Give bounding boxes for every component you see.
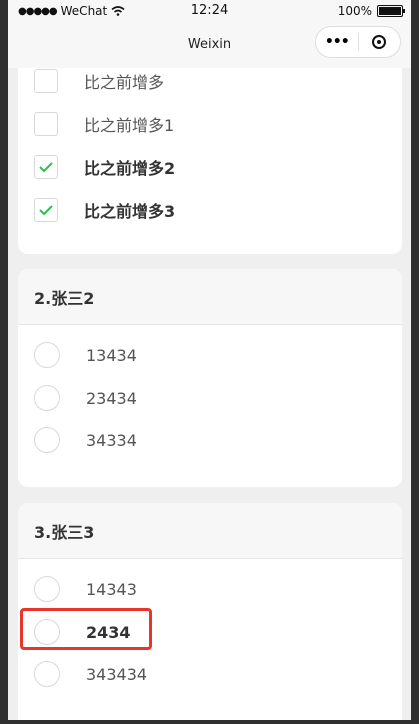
radio-option[interactable]: 23434 [34,384,137,412]
status-right: 100% [337,4,405,18]
option-label: 比之前增多1 [84,116,175,135]
radio-button[interactable] [34,427,60,453]
checkmark-icon [39,162,53,173]
option-label: 23434 [86,388,137,408]
option-label: 比之前增多3 [84,202,176,221]
status-bar: ●●●●● WeChat 12:24 100% [8,0,411,24]
battery-icon [377,5,405,17]
option-label: 13434 [86,345,137,365]
radio-option[interactable]: 343434 [34,660,147,688]
checkbox-option[interactable]: 比之前增多2 [34,153,175,181]
question-title: 3.张三3 [18,503,402,559]
radio-option[interactable]: 34334 [34,426,137,454]
option-label: 343434 [86,664,148,684]
checkbox-checked[interactable] [34,198,58,222]
more-button[interactable]: ••• [316,27,358,57]
option-label: 比之前增多2 [84,159,176,178]
mini-program-capsule: ••• [315,26,401,58]
radio-option[interactable]: 14343 [34,575,137,603]
radio-button[interactable] [34,576,60,602]
radio-button[interactable] [34,661,60,687]
question-card-1: 比之前增多 比之前增多1 比之前增多2 比之前增多3 [18,68,402,254]
radio-option[interactable]: 13434 [34,341,137,369]
checkbox[interactable] [34,69,58,93]
close-mini-program-button[interactable] [358,27,400,57]
checkbox-checked[interactable] [34,155,58,179]
radio-button[interactable] [34,342,60,368]
checkbox[interactable] [34,112,58,136]
option-label: 14343 [86,579,137,599]
target-circle-icon [372,35,387,49]
checkbox-option[interactable]: 比之前增多1 [34,110,174,138]
more-dots-icon: ••• [324,34,350,50]
question-title: 2.张三2 [18,269,402,325]
checkbox-option[interactable]: 比之前增多3 [34,196,175,224]
checkbox-option[interactable]: 比之前增多 [34,68,164,95]
checkmark-icon [39,205,53,216]
battery-percent: 100% [337,4,372,18]
option-label: 比之前增多 [84,73,165,92]
option-label: 34334 [86,430,137,450]
question-card-2: 2.张三2 13434 23434 34334 [18,269,402,487]
radio-button[interactable] [34,385,60,411]
highlight-box [20,608,152,650]
nav-bar: Weixin ••• [8,24,411,68]
